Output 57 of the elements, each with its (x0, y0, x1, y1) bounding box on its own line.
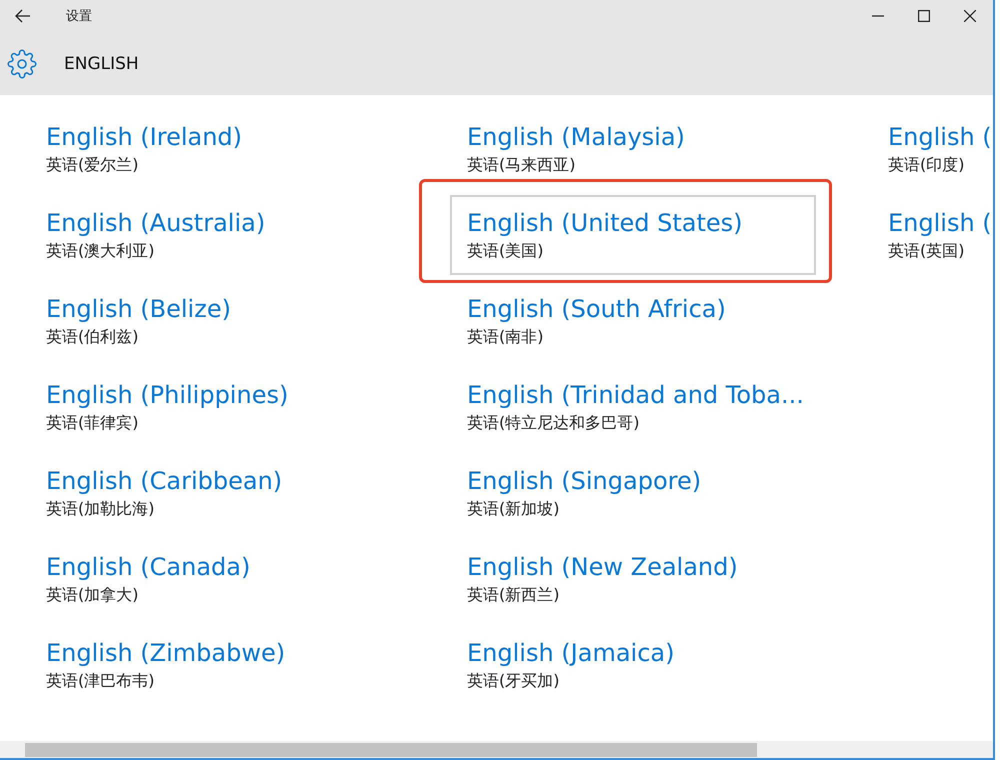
language-name: English (Canada) (46, 552, 252, 583)
settings-icon (7, 48, 37, 78)
language-name: English ( (888, 122, 993, 153)
language-item[interactable]: English (Belize) 英语(伯利兹) (29, 281, 395, 361)
language-name: English (Zimbabwe) (46, 638, 286, 669)
language-item[interactable]: English (Caribbean) 英语(加勒比海) (29, 453, 395, 533)
language-item[interactable]: English ( 英语(英国) (871, 195, 993, 275)
language-native-name: 英语(澳大利亚) (46, 240, 156, 262)
language-name: English (Australia) (46, 208, 266, 239)
language-native-name: 英语(马来西亚) (467, 154, 576, 176)
language-item[interactable]: English (Zimbabwe) 英语(津巴布韦) (29, 625, 395, 705)
language-item[interactable]: English (Jamaica) 英语(牙买加) (450, 625, 816, 705)
language-item[interactable]: English (Singapore) 英语(新加坡) (450, 453, 816, 533)
language-native-name: 英语(加拿大) (46, 584, 140, 606)
language-item[interactable]: English (Philippines) 英语(菲律宾) (29, 367, 395, 447)
language-native-name: 英语(美国) (467, 240, 544, 262)
language-name: English (Trinidad and Toba... (467, 380, 799, 411)
minimize-icon (872, 15, 884, 17)
window-title: 设置 (66, 8, 93, 25)
close-icon (964, 10, 976, 22)
language-native-name: 英语(津巴布韦) (46, 670, 156, 692)
language-name: English (Ireland) (46, 122, 244, 153)
language-name: English (Malaysia) (467, 122, 686, 153)
language-name: English (Caribbean) (46, 466, 284, 497)
language-name: English (Belize) (46, 294, 232, 325)
language-native-name: 英语(牙买加) (467, 670, 560, 692)
language-item[interactable]: English (Trinidad and Toba... 英语(特立尼达和多巴哥) (450, 367, 816, 447)
language-native-name: 英语(伯利兹) (46, 326, 140, 348)
language-item[interactable]: English (Malaysia) 英语(马来西亚) (450, 109, 816, 189)
horizontal-scrollbar[interactable] (0, 741, 993, 758)
language-native-name: 英语(加勒比海) (46, 498, 156, 520)
language-native-name: 英语(新西兰) (467, 584, 560, 606)
language-item[interactable]: English (Australia) 英语(澳大利亚) (29, 195, 395, 275)
language-native-name: 英语(印度) (888, 154, 966, 176)
language-name: English ( (888, 208, 993, 239)
language-item[interactable]: English (South Africa) 英语(南非) (450, 281, 816, 361)
language-name: English (Jamaica) (467, 638, 676, 669)
language-native-name: 英语(新加坡) (467, 498, 560, 520)
language-name: English (Singapore) (467, 466, 702, 497)
language-native-name: 英语(英国) (888, 240, 966, 262)
language-native-name: 英语(菲律宾) (46, 412, 140, 434)
language-native-name: 英语(南非) (467, 326, 544, 348)
language-item[interactable]: English (Ireland) 英语(爱尔兰) (29, 109, 395, 189)
language-item[interactable]: English (Canada) 英语(加拿大) (29, 539, 395, 619)
maximize-icon (918, 10, 930, 22)
language-native-name: 英语(特立尼达和多巴哥) (467, 412, 640, 434)
language-item[interactable]: English (New Zealand) 英语(新西兰) (450, 539, 816, 619)
scrollbar-thumb[interactable] (25, 742, 757, 756)
language-name: English (South Africa) (467, 294, 727, 325)
language-item[interactable]: English (United States) 英语(美国) (450, 195, 816, 275)
page-title: ENGLISH (64, 54, 139, 74)
language-name: English (United States) (467, 208, 744, 239)
back-arrow-icon (15, 9, 31, 23)
language-item[interactable]: English ( 英语(印度) (871, 109, 993, 189)
language-name: English (Philippines) (46, 380, 290, 411)
language-native-name: 英语(爱尔兰) (46, 154, 140, 176)
language-name: English (New Zealand) (467, 552, 739, 583)
